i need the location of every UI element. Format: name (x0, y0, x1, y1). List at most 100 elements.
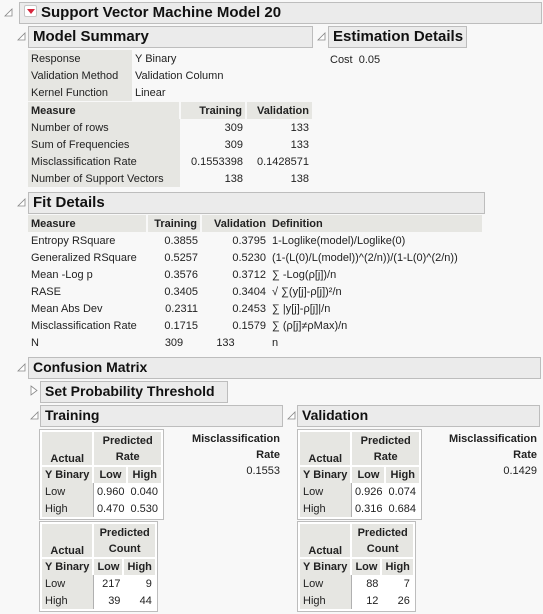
rate-label: Rate (351, 449, 419, 467)
matrix-cell: 0.470 (96, 502, 125, 515)
misclassification-label: Misclassification (448, 433, 537, 445)
validation-title: Validation (302, 407, 369, 423)
measure-cell: Number of Support Vectors (28, 170, 180, 187)
definition-cell: √ ∑(y[j]-ρ[j])²/n (272, 285, 342, 298)
expand-threshold-icon[interactable] (30, 385, 39, 396)
table-row: Mean -Log p 0.3576 0.3712 ∑ -Log(ρ[j])/n (28, 266, 482, 283)
matrix-cell: 0.684 (388, 502, 416, 515)
matrix-row: High 0.316 0.684 (300, 500, 419, 517)
report-header: Support Vector Machine Model 20 (19, 2, 542, 24)
table-row: Misclassification Rate 0.1553398 0.14285… (28, 153, 312, 170)
level-header: High (127, 466, 161, 483)
response-label: Y Binary (300, 558, 353, 575)
info-value: Linear (135, 86, 166, 99)
collapse-validation-icon[interactable] (287, 411, 296, 420)
training-title: Training (45, 407, 100, 423)
model-info-table: Response Y Binary Validation Method Vali… (28, 50, 226, 101)
fit-details-title: Fit Details (33, 194, 105, 211)
definition-cell: 1-Loglike(model)/Loglike(0) (272, 234, 406, 247)
definition-cell: ∑ |y[j]-ρ[j]|/n (272, 302, 331, 315)
set-probability-threshold-header[interactable]: Set Probability Threshold (40, 381, 228, 403)
level-header: Low (351, 558, 383, 575)
level-header: High (123, 558, 155, 575)
level-header: Low (93, 466, 129, 483)
table-row: Entropy RSquare 0.3855 0.3795 1-Loglike(… (28, 232, 482, 249)
red-triangle-menu-icon[interactable] (24, 5, 37, 18)
matrix-cell: 44 (139, 594, 152, 607)
matrix-cell: 0.316 (354, 502, 383, 515)
actual-label: Actual (42, 432, 95, 467)
training-cell: 0.1553398 (191, 155, 243, 168)
measure-cell: Misclassification Rate (31, 319, 137, 332)
matrix-cell: 9 (145, 577, 152, 590)
response-label: Y Binary (42, 558, 95, 575)
row-level: High (300, 500, 352, 517)
row-level: Low (300, 575, 352, 592)
actual-label: Actual (42, 524, 95, 559)
training-rate-matrix: Actual Predicted Rate Y Binary Low High … (39, 429, 164, 520)
level-header: Low (351, 466, 387, 483)
matrix-cell: 0.040 (130, 485, 158, 498)
matrix-row: Low 0.926 0.074 (300, 483, 419, 500)
predicted-label: Predicted (93, 432, 161, 449)
collapse-model-summary-icon[interactable] (17, 32, 26, 41)
validation-cell: 0.5230 (232, 251, 266, 264)
row-level: High (42, 500, 94, 517)
actual-label: Actual (300, 524, 353, 559)
training-cell: 138 (224, 172, 243, 185)
response-label: Y Binary (42, 466, 95, 483)
training-header: Training (40, 405, 283, 427)
rate-label: Rate (93, 449, 161, 467)
matrix-cell: 0.530 (130, 502, 158, 515)
matrix-cell: 7 (403, 577, 410, 590)
matrix-cell: 0.960 (96, 485, 125, 498)
training-count-matrix: Actual Predicted Count Y Binary Low High… (39, 521, 158, 612)
validation-count-matrix: Actual Predicted Count Y Binary Low High… (297, 521, 416, 612)
definition-cell: n (272, 336, 279, 349)
misclassification-value: 0.1429 (503, 465, 537, 477)
model-summary-header: Model Summary (28, 26, 313, 48)
predicted-label: Predicted (351, 432, 419, 449)
col-header-validation: Validation (246, 102, 312, 119)
table-row: Number of rows 309 133 (28, 119, 312, 136)
training-cell: 0.5257 (164, 251, 198, 264)
training-cell: 0.1715 (164, 319, 198, 332)
row-level: Low (42, 575, 94, 592)
info-value: Y Binary (135, 52, 177, 65)
matrix-row: High 12 26 (300, 592, 413, 609)
collapse-estimation-details-icon[interactable] (317, 32, 326, 41)
definition-cell: (1-(L(0)/L(model))^(2/n))/(1-L(0)^(2/n)) (272, 251, 458, 264)
info-value: Validation Column (135, 69, 224, 82)
measure-cell: Mean Abs Dev (31, 302, 103, 315)
training-cell: 0.2311 (165, 302, 198, 315)
row-level: High (300, 592, 352, 609)
misclassification-value: 0.1553 (246, 465, 280, 477)
matrix-cell: 39 (108, 594, 121, 607)
definition-cell: ∑ (ρ[j]≠ρMax)/n (272, 319, 348, 332)
info-row: Validation Method Validation Column (28, 67, 226, 84)
validation-cell: 138 (290, 172, 309, 185)
estimation-details-title: Estimation Details (333, 28, 464, 45)
matrix-cell: 26 (397, 594, 410, 607)
table-row: Mean Abs Dev 0.2311 0.2453 ∑ |y[j]-ρ[j]|… (28, 300, 482, 317)
collapse-report-icon[interactable] (4, 8, 13, 17)
row-level: Low (300, 483, 352, 500)
count-label: Count (93, 541, 155, 559)
collapse-confusion-matrix-icon[interactable] (17, 363, 26, 372)
training-cell: 309 (224, 138, 243, 151)
matrix-row: Low 0.960 0.040 (42, 483, 161, 500)
col-header-training: Training (147, 215, 202, 232)
matrix-cell: 0.074 (388, 485, 416, 498)
measure-cell: Entropy RSquare (31, 234, 116, 247)
table-row: N 309 133 n (28, 334, 482, 351)
table-row: Number of Support Vectors 138 138 (28, 170, 312, 187)
collapse-training-icon[interactable] (30, 411, 39, 420)
misclassification-label: Misclassification (191, 433, 280, 445)
info-label: Validation Method (28, 67, 132, 84)
validation-cell: 133 (216, 336, 235, 349)
validation-cell: 0.2453 (232, 302, 266, 315)
validation-misclassification: Misclassification Rate 0.1429 (443, 431, 537, 479)
validation-cell: 133 (290, 121, 309, 134)
collapse-fit-details-icon[interactable] (17, 198, 26, 207)
validation-cell: 0.1579 (232, 319, 266, 332)
